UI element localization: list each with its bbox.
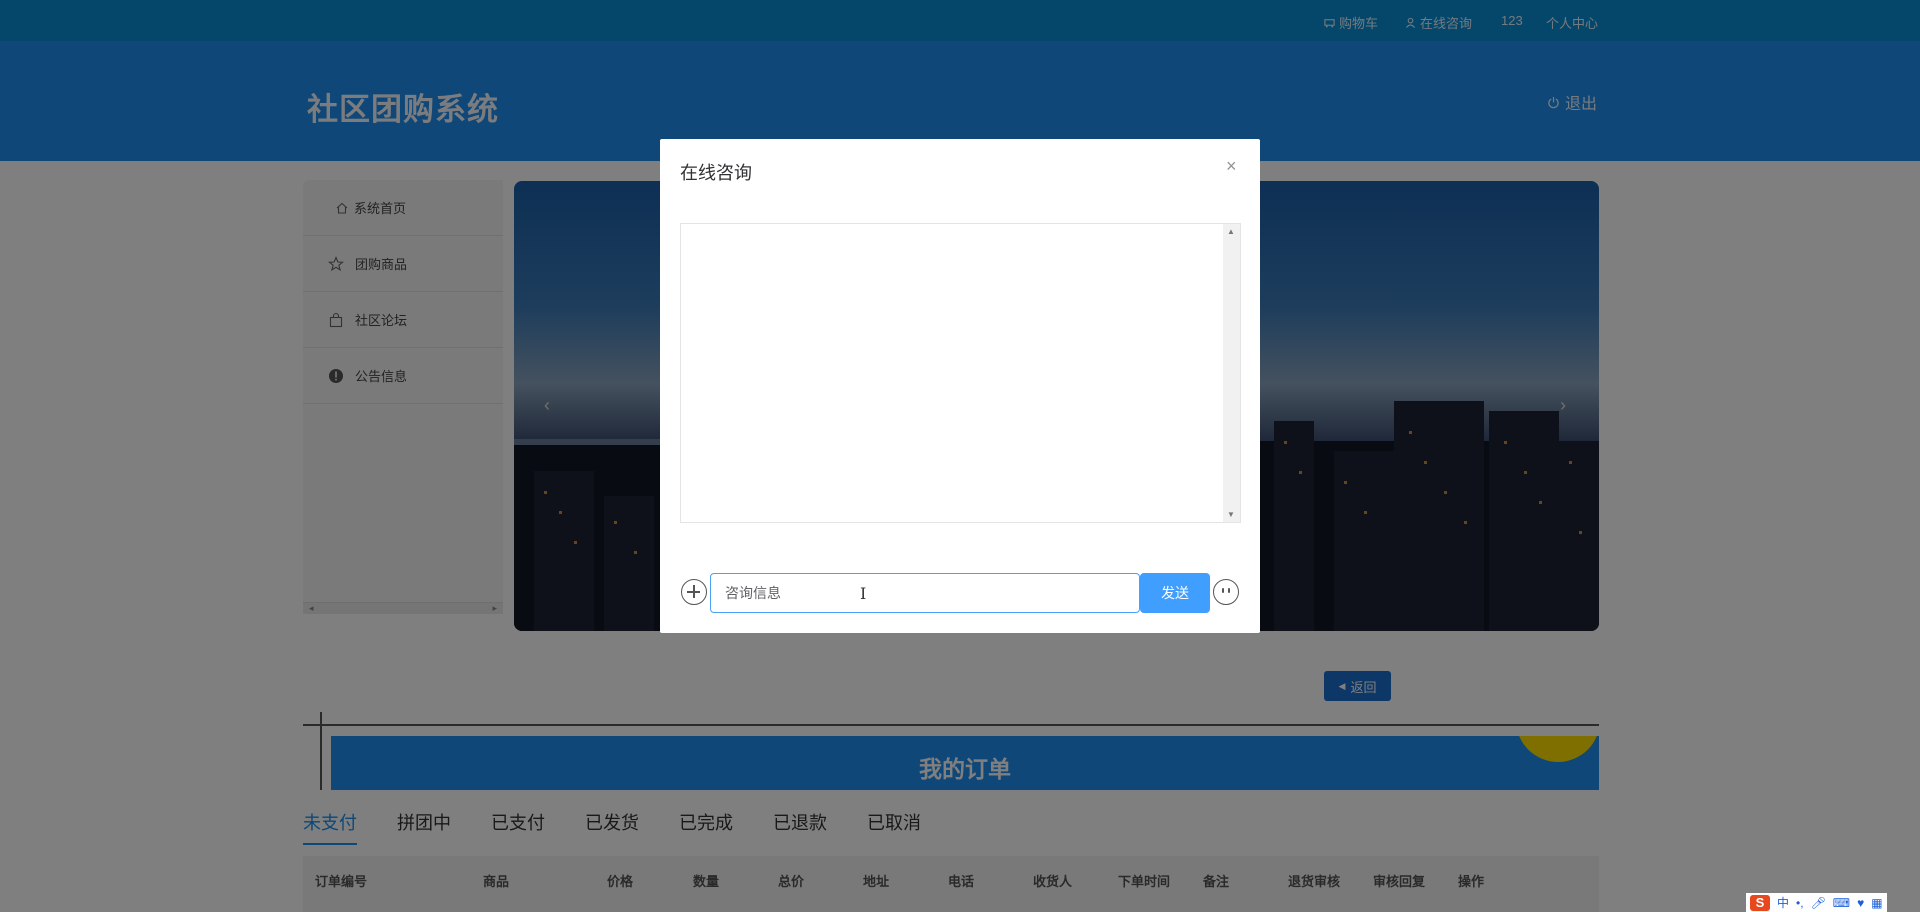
close-icon[interactable]: × [1226,157,1237,175]
skin-icon[interactable]: ♥ [1857,896,1864,910]
keyboard-icon[interactable]: ⌨ [1833,896,1850,910]
add-attachment-icon[interactable] [681,579,707,605]
scroll-up-icon[interactable]: ▲ [1227,227,1235,236]
grid-menu-icon[interactable]: ▦ [1871,896,1882,910]
send-button[interactable]: 发送 [1140,573,1210,613]
message-input[interactable] [710,573,1140,613]
consult-dialog: 在线咨询 × ▲ ▼ I 发送 [660,139,1260,633]
chat-history[interactable]: ▲ ▼ [680,223,1241,523]
scroll-down-icon[interactable]: ▼ [1227,510,1235,519]
ime-toolbar[interactable]: S 中 •, 🎤︎ ⌨ ♥ ▦ [1746,893,1887,912]
ime-logo[interactable]: S [1750,894,1770,911]
dialog-title: 在线咨询 [680,163,752,183]
ime-lang-label[interactable]: 中 [1777,894,1789,911]
emoji-icon[interactable] [1213,579,1239,605]
chat-scrollbar[interactable]: ▲ ▼ [1223,224,1240,522]
microphone-icon[interactable]: 🎤︎ [1811,896,1826,910]
punctuation-icon[interactable]: •, [1796,896,1804,910]
